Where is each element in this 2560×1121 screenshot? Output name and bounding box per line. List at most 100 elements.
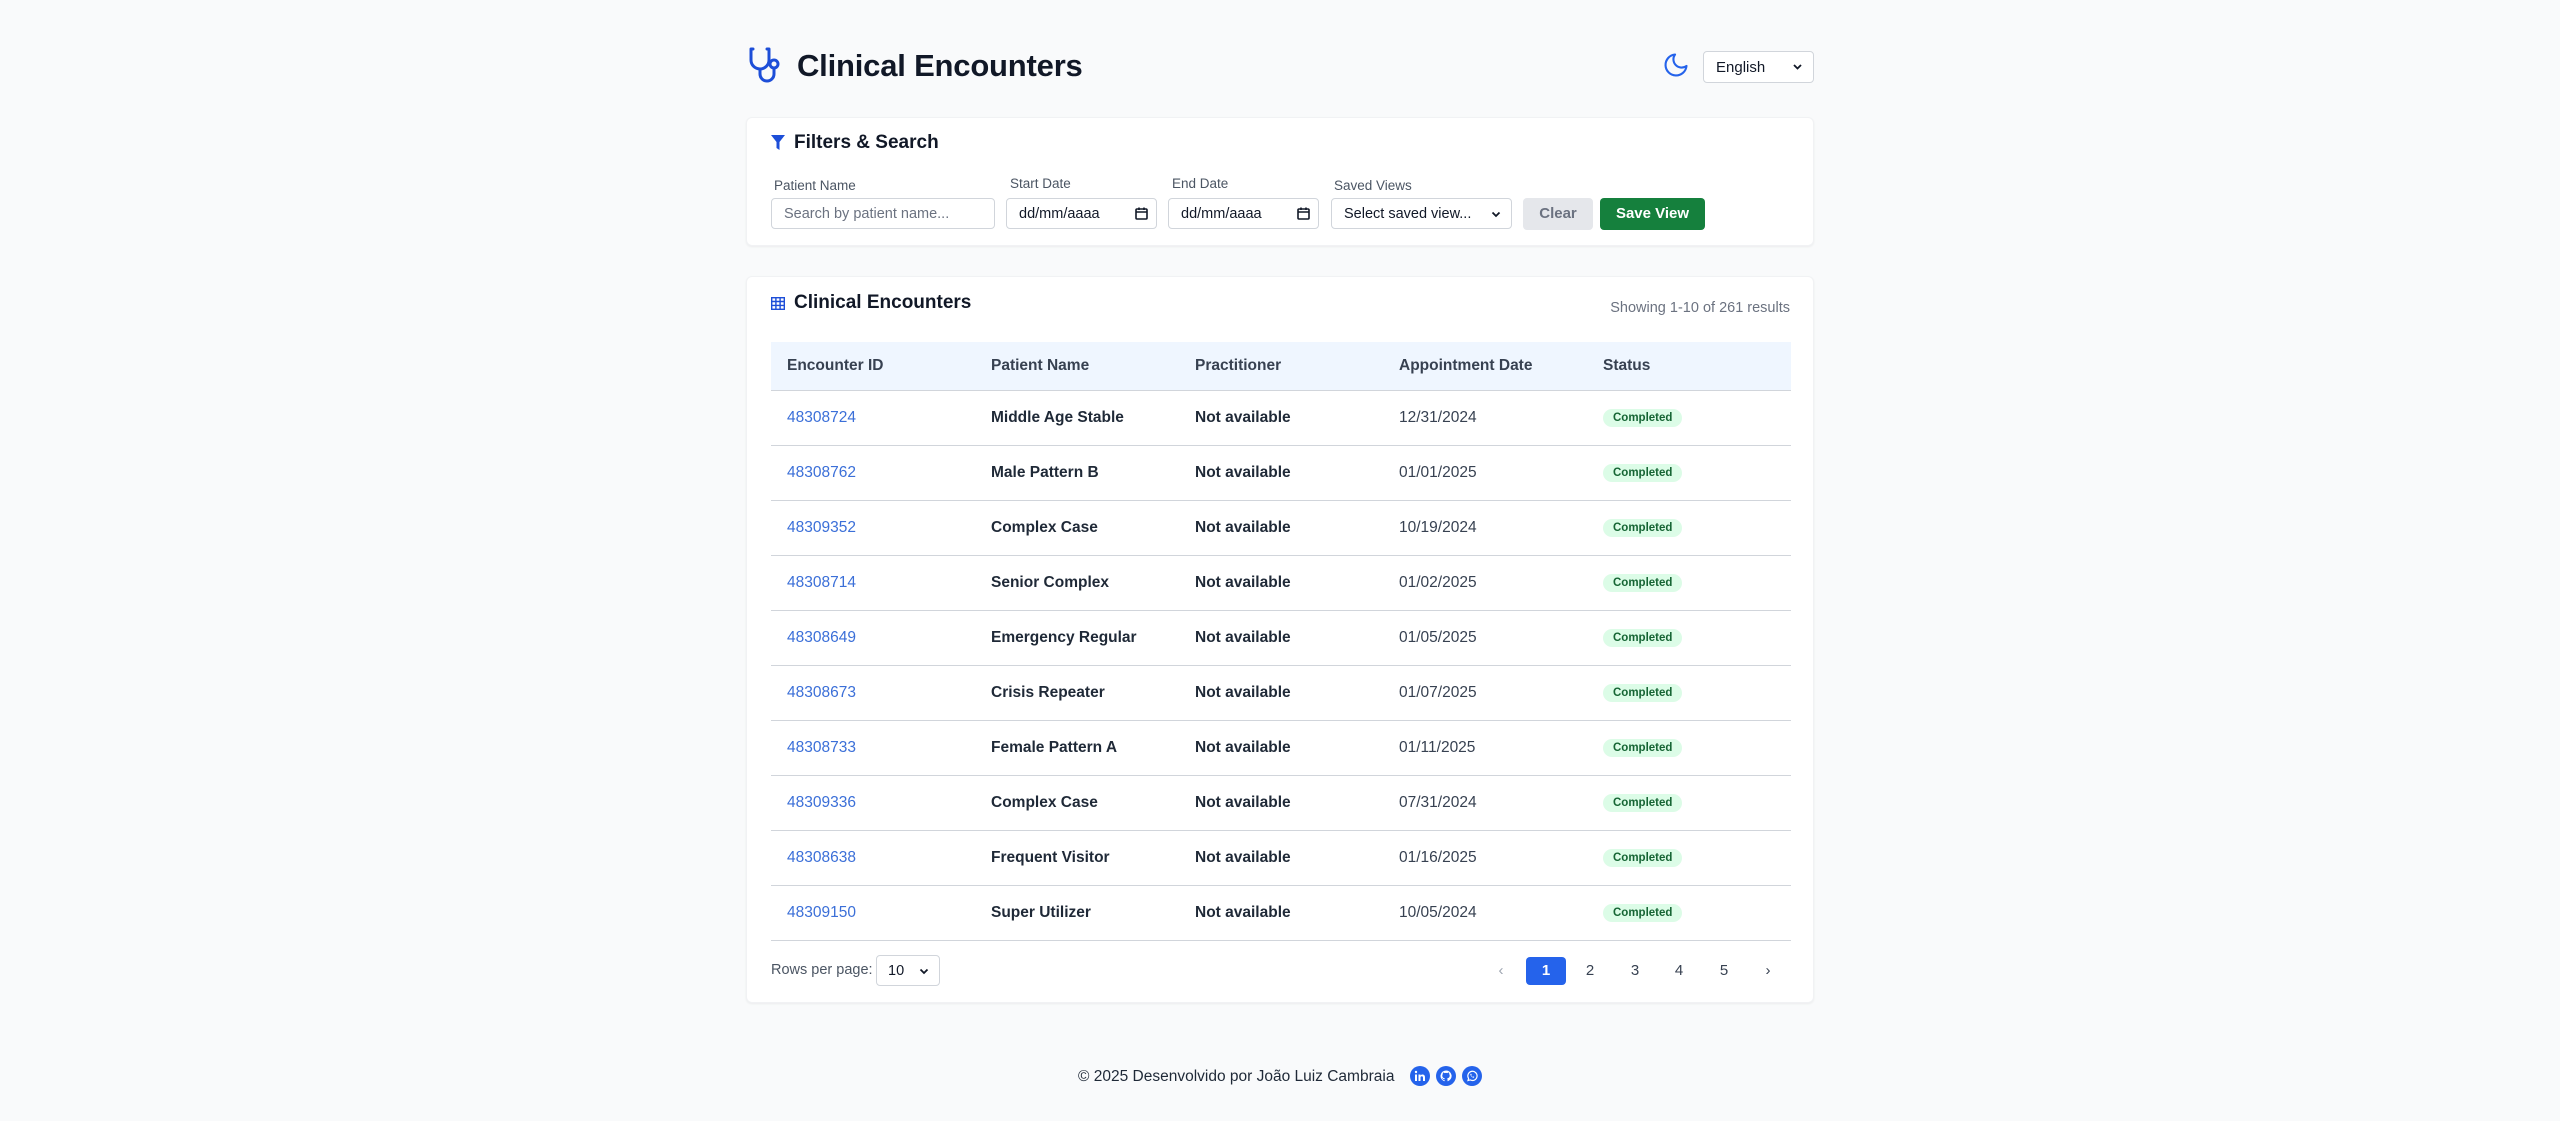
calendar-icon[interactable]: [1297, 207, 1310, 220]
practitioner-cell: Not available: [1179, 555, 1383, 611]
practitioner-cell: Not available: [1179, 720, 1383, 776]
encounter-id-link[interactable]: 48308724: [771, 390, 975, 446]
status-badge: Completed: [1603, 794, 1683, 812]
column-header-appointment-date[interactable]: Appointment Date: [1383, 342, 1587, 391]
appointment-date-cell: 07/31/2024: [1383, 775, 1587, 831]
status-cell: Completed: [1587, 390, 1791, 446]
clear-button[interactable]: Clear: [1523, 198, 1593, 230]
language-select[interactable]: English: [1703, 51, 1814, 83]
end-date-input[interactable]: dd/mm/aaaa: [1168, 198, 1319, 229]
appointment-date-cell: 10/05/2024: [1383, 885, 1587, 941]
filters-heading: Filters & Search: [771, 132, 939, 154]
appointment-date-cell: 10/19/2024: [1383, 500, 1587, 556]
appointment-date-cell: 01/02/2025: [1383, 555, 1587, 611]
saved-views-select[interactable]: Select saved view...: [1331, 198, 1512, 229]
save-view-button[interactable]: Save View: [1600, 198, 1705, 230]
column-header-patient-name[interactable]: Patient Name: [975, 342, 1179, 391]
chevron-down-icon: [1491, 211, 1501, 218]
status-cell: Completed: [1587, 775, 1791, 831]
table-row[interactable]: 48308762 Male Pattern B Not available 01/01…: [771, 445, 1791, 501]
status-badge: Completed: [1603, 849, 1683, 867]
table-row[interactable]: 48308638 Frequent Visitor Not available 01/…: [771, 830, 1791, 886]
end-date-label: End Date: [1172, 176, 1229, 191]
page-button-1[interactable]: 1: [1526, 957, 1566, 985]
table-row[interactable]: 48309150 Super Utilizer Not available 10/05…: [771, 885, 1791, 941]
filters-card: Filters & Search Patient Name Search by …: [746, 117, 1814, 246]
encounter-id-link[interactable]: 48309150: [771, 885, 975, 941]
appointment-date-cell: 01/11/2025: [1383, 720, 1587, 776]
appointment-date-cell: 12/31/2024: [1383, 390, 1587, 446]
practitioner-cell: Not available: [1179, 445, 1383, 501]
patient-name-cell: Female Pattern A: [975, 720, 1179, 776]
page-title: Clinical Encounters: [797, 48, 1083, 83]
results-count: Showing 1-10 of 261 results: [1610, 300, 1790, 316]
appointment-date-cell: 01/05/2025: [1383, 610, 1587, 666]
encounter-id-link[interactable]: 48308673: [771, 665, 975, 721]
patient-search-placeholder: Search by patient name...: [784, 206, 950, 222]
patient-name-cell: Middle Age Stable: [975, 390, 1179, 446]
footer-credit: © 2025 Desenvolvido por João Luiz Cambra…: [1078, 1068, 1395, 1085]
encounters-title: Clinical Encounters: [794, 292, 972, 313]
encounters-heading: Clinical Encounters: [771, 292, 971, 314]
practitioner-cell: Not available: [1179, 885, 1383, 941]
page-button-3[interactable]: 3: [1615, 957, 1655, 985]
table-row[interactable]: 48308733 Female Pattern A Not available 01/…: [771, 720, 1791, 776]
saved-views-value: Select saved view...: [1344, 206, 1472, 222]
encounter-id-link[interactable]: 48308762: [771, 445, 975, 501]
chevron-down-icon: [1793, 64, 1802, 70]
table-row[interactable]: 48308724 Middle Age Stable Not available 12…: [771, 390, 1791, 446]
prev-page-button[interactable]: ‹: [1481, 957, 1521, 985]
status-cell: Completed: [1587, 720, 1791, 776]
status-cell: Completed: [1587, 500, 1791, 556]
table-row[interactable]: 48308649 Emergency Regular Not available 01…: [771, 610, 1791, 666]
patient-name-cell: Super Utilizer: [975, 885, 1179, 941]
practitioner-cell: Not available: [1179, 390, 1383, 446]
appointment-date-cell: 01/16/2025: [1383, 830, 1587, 886]
patient-search-input[interactable]: Search by patient name...: [771, 198, 995, 229]
page-button-2[interactable]: 2: [1570, 957, 1610, 985]
filter-icon: [771, 135, 785, 150]
pagination: ‹ 1 2 3 4 5 ›: [747, 957, 1813, 985]
table-row[interactable]: 48309352 Complex Case Not available 10/19/2…: [771, 500, 1791, 556]
filters-title: Filters & Search: [794, 132, 939, 153]
appointment-date-cell: 01/07/2025: [1383, 665, 1587, 721]
status-cell: Completed: [1587, 610, 1791, 666]
practitioner-cell: Not available: [1179, 500, 1383, 556]
page-header: Clinical Encounters English: [746, 44, 1814, 90]
patient-name-cell: Frequent Visitor: [975, 830, 1179, 886]
practitioner-cell: Not available: [1179, 665, 1383, 721]
appointment-date-cell: 01/01/2025: [1383, 445, 1587, 501]
calendar-icon[interactable]: [1135, 207, 1148, 220]
page-button-4[interactable]: 4: [1659, 957, 1699, 985]
column-header-encounter-id[interactable]: Encounter ID: [771, 342, 975, 391]
next-page-button[interactable]: ›: [1748, 957, 1788, 985]
practitioner-cell: Not available: [1179, 610, 1383, 666]
practitioner-cell: Not available: [1179, 830, 1383, 886]
start-date-value: dd/mm/aaaa: [1019, 206, 1100, 222]
status-badge: Completed: [1603, 904, 1683, 922]
encounter-id-link[interactable]: 48308714: [771, 555, 975, 611]
table-row[interactable]: 48308673 Crisis Repeater Not available 01/0…: [771, 665, 1791, 721]
table-row[interactable]: 48309336 Complex Case Not available 07/31/2…: [771, 775, 1791, 831]
table-header-row: Encounter ID Patient Name Practitioner A…: [771, 342, 1791, 391]
github-icon[interactable]: [1436, 1066, 1456, 1086]
encounters-card: Clinical Encounters Showing 1-10 of 261 …: [746, 276, 1814, 1003]
end-date-value: dd/mm/aaaa: [1181, 206, 1262, 222]
status-badge: Completed: [1603, 629, 1683, 647]
encounter-id-link[interactable]: 48308638: [771, 830, 975, 886]
page-button-5[interactable]: 5: [1704, 957, 1744, 985]
moon-icon[interactable]: [1662, 51, 1690, 79]
encounter-id-link[interactable]: 48309336: [771, 775, 975, 831]
status-cell: Completed: [1587, 665, 1791, 721]
table-row[interactable]: 48308714 Senior Complex Not available 01/02…: [771, 555, 1791, 611]
encounter-id-link[interactable]: 48308733: [771, 720, 975, 776]
status-badge: Completed: [1603, 464, 1683, 482]
column-header-practitioner[interactable]: Practitioner: [1179, 342, 1383, 391]
table-body: 48308724 Middle Age Stable Not available 12…: [771, 390, 1791, 941]
linkedin-icon[interactable]: [1410, 1066, 1430, 1086]
whatsapp-icon[interactable]: [1462, 1066, 1482, 1086]
encounter-id-link[interactable]: 48308649: [771, 610, 975, 666]
encounter-id-link[interactable]: 48309352: [771, 500, 975, 556]
column-header-status[interactable]: Status: [1587, 342, 1791, 391]
start-date-input[interactable]: dd/mm/aaaa: [1006, 198, 1157, 229]
